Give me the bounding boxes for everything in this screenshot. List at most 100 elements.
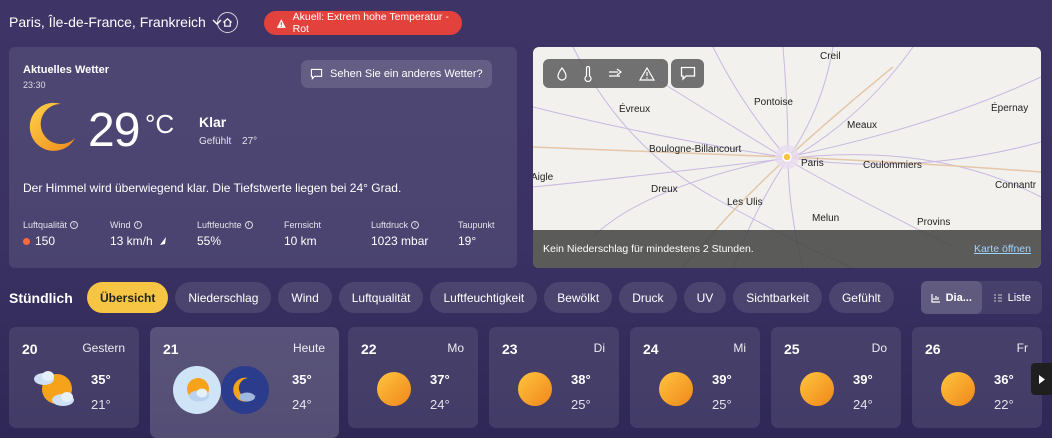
hourly-chips: Übersicht Niederschlag Wind Luftqualität…	[87, 282, 894, 313]
map-city-label: Paris	[801, 158, 824, 169]
stat-value: 55%	[197, 234, 222, 248]
stat-visibility[interactable]: Fernsicht 10 km	[284, 220, 371, 248]
view-list-button[interactable]: Liste	[982, 281, 1043, 314]
sun-icon	[518, 372, 552, 406]
map-city-label: Connantr	[995, 180, 1037, 191]
next-days-button[interactable]	[1031, 363, 1052, 395]
chip-visibility[interactable]: Sichtbarkeit	[733, 282, 822, 313]
day-card[interactable]: 25 Do 39° 24°	[771, 327, 901, 428]
stat-pressure[interactable]: Luftdruck i 1023 mbar	[371, 220, 458, 248]
day-high: 39°	[712, 372, 732, 387]
felt-value: 27°	[242, 136, 258, 147]
day-number: 24	[643, 341, 659, 357]
day-card[interactable]: 20 Gestern 35° 21°	[9, 327, 139, 428]
chip-overview[interactable]: Übersicht	[87, 282, 169, 313]
chip-air-quality[interactable]: Luftqualität	[338, 282, 424, 313]
stat-value: 1023 mbar	[371, 234, 429, 248]
map-city-label: Aigle	[533, 172, 554, 183]
sun-icon	[800, 372, 834, 406]
weather-map[interactable]: Creil Évreux Pontoise Épernay Meaux Boul…	[533, 47, 1041, 268]
stat-dew-point[interactable]: Taupunkt 19°	[458, 220, 545, 248]
map-city-label: Coulommiers	[863, 160, 922, 171]
chip-pressure[interactable]: Druck	[619, 282, 677, 313]
day-high: 35°	[292, 372, 312, 387]
header: Paris, Île-de-France, Frankreich Akuell:…	[0, 0, 1052, 44]
chevron-right-icon	[1039, 374, 1045, 384]
view-toggle: Dia... Liste	[921, 281, 1042, 314]
day-name: Gestern	[82, 341, 125, 355]
chip-precipitation[interactable]: Niederschlag	[175, 282, 272, 313]
day-number: 21	[163, 341, 179, 357]
home-button[interactable]	[217, 12, 238, 33]
chip-uv[interactable]: UV	[683, 282, 727, 313]
day-card[interactable]: 26 Fr 36° 22°	[912, 327, 1042, 428]
map-city-label: Pontoise	[754, 97, 793, 108]
day-low: 24°	[292, 397, 312, 412]
map-city-label: Boulogne-Billancourt	[649, 144, 742, 155]
stat-value: 10 km	[284, 234, 317, 248]
map-footer: Kein Niederschlag für mindestens 2 Stund…	[533, 230, 1041, 268]
current-time: 23:30	[23, 80, 46, 90]
air-quality-dot-icon	[23, 237, 30, 245]
info-icon: i	[70, 221, 79, 229]
day-low: 24°	[430, 397, 450, 412]
day-low: 22°	[994, 397, 1014, 412]
stat-humidity[interactable]: Luftfeuchte i 55%	[197, 220, 284, 248]
sun-icon	[941, 372, 975, 406]
chip-wind[interactable]: Wind	[278, 282, 332, 313]
wind-icon[interactable]	[608, 68, 624, 80]
day-card[interactable]: 22 Mo 37° 24°	[348, 327, 478, 428]
day-name: Mi	[733, 341, 746, 355]
temperature-unit[interactable]: °C	[145, 109, 174, 140]
day-card[interactable]: 23 Di 38° 25°	[489, 327, 619, 428]
map-city-label: Épernay	[991, 103, 1029, 114]
day-high: 37°	[430, 372, 450, 387]
map-city-label: Creil	[820, 51, 841, 62]
current-condition: Klar	[199, 114, 227, 130]
current-title: Aktuelles Wetter	[23, 64, 109, 76]
stat-label: Fernsicht	[284, 220, 322, 230]
home-icon	[222, 18, 233, 27]
other-weather-button[interactable]: Sehen Sie ein anderes Wetter?	[301, 60, 492, 88]
stat-label: Luftdruck	[371, 220, 409, 230]
day-name: Heute	[292, 341, 325, 355]
stat-value: 13 km/h	[110, 234, 153, 248]
chip-humidity[interactable]: Luftfeuchtigkeit	[430, 282, 538, 313]
map-city-label: Melun	[812, 213, 840, 224]
precipitation-icon[interactable]	[556, 66, 568, 81]
chat-icon	[310, 68, 323, 80]
map-layer-toolbar	[543, 59, 668, 88]
stat-value: 19°	[458, 234, 477, 248]
stat-label: Taupunkt	[458, 220, 495, 230]
location-selector[interactable]: Paris, Île-de-France, Frankreich	[9, 14, 222, 30]
open-map-link[interactable]: Karte öffnen	[974, 243, 1031, 255]
thermometer-icon[interactable]	[583, 65, 593, 82]
stat-air-quality[interactable]: Luftqualität i 150	[23, 220, 110, 248]
location-label: Paris, Île-de-France, Frankreich	[9, 14, 206, 30]
sun-cloud-icon	[173, 366, 221, 414]
moon-cloud-icon	[221, 366, 269, 414]
day-name: Do	[871, 341, 887, 355]
day-card[interactable]: 24 Mi 39° 25°	[630, 327, 760, 428]
warning-icon[interactable]	[638, 66, 655, 81]
info-icon: i	[133, 221, 142, 229]
info-icon: i	[411, 221, 420, 229]
alert-badge[interactable]: Akuell: Extrem hohe Temperatur - Rot	[264, 11, 462, 35]
sun-cloud-icon	[34, 371, 74, 406]
felt-label: Gefühlt	[199, 136, 232, 147]
stat-label: Wind	[110, 220, 131, 230]
day-low: 25°	[712, 397, 732, 412]
map-city-label: Meaux	[847, 120, 878, 131]
view-diagram-button[interactable]: Dia...	[921, 281, 982, 314]
chip-cloudy[interactable]: Bewölkt	[544, 282, 613, 313]
map-feedback-button[interactable]	[671, 59, 704, 88]
day-number: 22	[361, 341, 377, 357]
stat-wind[interactable]: Wind i 13 km/h	[110, 220, 197, 248]
list-icon	[993, 293, 1002, 302]
sun-icon	[377, 372, 411, 406]
day-card-today[interactable]: 21 Heute 35° 24°	[150, 327, 339, 438]
chip-felt[interactable]: Gefühlt	[828, 282, 894, 313]
view-diagram-label: Dia...	[945, 291, 972, 304]
view-list-label: Liste	[1007, 291, 1031, 304]
alert-text: Akuell: Extrem hohe Temperatur - Rot	[292, 11, 449, 35]
